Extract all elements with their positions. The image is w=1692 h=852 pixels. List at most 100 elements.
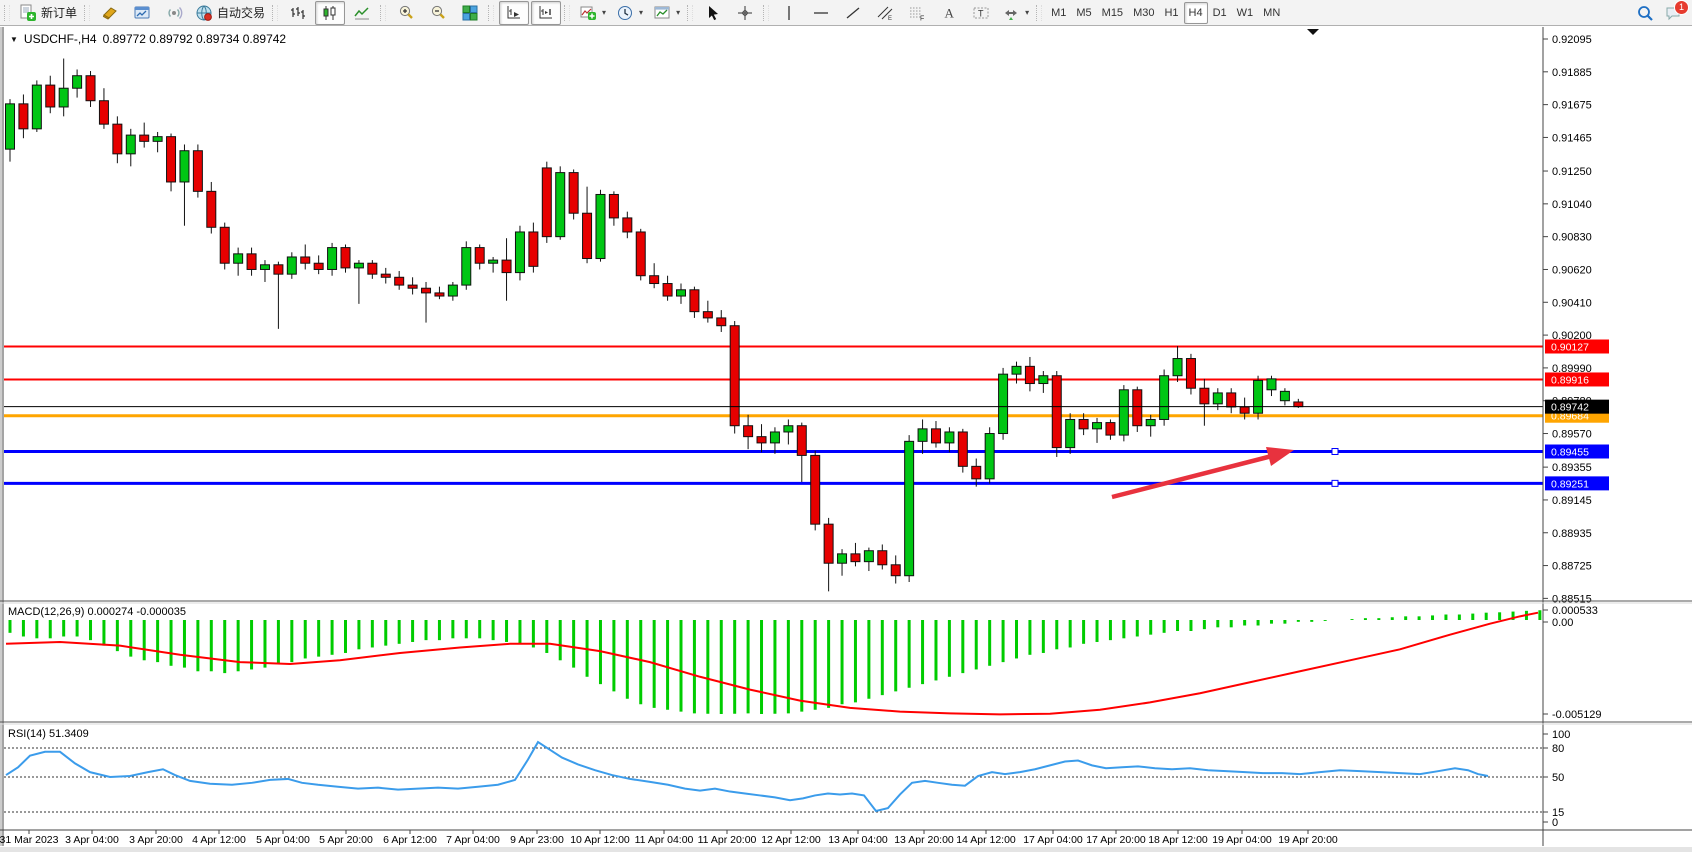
- bid-price-badge-label: 0.89742: [1551, 402, 1589, 414]
- chart-shift-icon: [537, 4, 555, 22]
- candle-body: [1254, 380, 1263, 413]
- toolbar-group: ▾▾▾: [574, 0, 685, 25]
- toolbar-separator: [380, 5, 386, 21]
- charts-grid-button[interactable]: [127, 1, 157, 25]
- candle-body: [301, 257, 310, 263]
- price-axis-label: 0.88515: [1552, 593, 1592, 605]
- candle-body: [314, 263, 323, 269]
- label-button[interactable]: T: [966, 1, 996, 25]
- timeframe-w1[interactable]: W1: [1232, 2, 1259, 24]
- timeframe-m1[interactable]: M1: [1046, 2, 1071, 24]
- signals-button[interactable]: [159, 1, 189, 25]
- candle-body: [717, 318, 726, 326]
- indicators-icon: [579, 4, 597, 22]
- time-axis-label: 6 Apr 12:00: [383, 834, 437, 846]
- macd-label: MACD(12,26,9) 0.000274 -0.000035: [8, 606, 186, 618]
- templates-button[interactable]: ▾: [649, 1, 684, 25]
- svg-text:T: T: [978, 8, 984, 18]
- chat-icon[interactable]: 1: [1664, 4, 1682, 22]
- line-handle[interactable]: [1332, 480, 1338, 486]
- candle-body: [811, 455, 820, 524]
- candle-body: [140, 135, 149, 141]
- candlestick-button[interactable]: [315, 1, 345, 25]
- candle-body: [556, 173, 565, 237]
- toolbar-separator: [488, 5, 494, 21]
- candle-body: [757, 437, 766, 443]
- text-button[interactable]: A: [934, 1, 964, 25]
- chart-context-arrow[interactable]: ▼: [10, 35, 18, 44]
- hline-icon: [812, 4, 830, 22]
- fibonacci-button[interactable]: F: [902, 1, 932, 25]
- horizontal-line-button[interactable]: [806, 1, 836, 25]
- tile-windows-button[interactable]: [455, 1, 485, 25]
- styler-button[interactable]: [95, 1, 125, 25]
- rsi-axis-label: 100: [1552, 729, 1570, 741]
- rsi-axis-label: 50: [1552, 772, 1564, 784]
- auto-trading-button[interactable]: 自动交易: [191, 1, 269, 25]
- cursor-button[interactable]: [698, 1, 728, 25]
- time-axis-label: 3 Apr 20:00: [129, 834, 183, 846]
- timeframe-m15[interactable]: M15: [1097, 2, 1128, 24]
- toolbar-separator: [564, 5, 570, 21]
- svg-text:F: F: [920, 15, 924, 22]
- timeframe-h1[interactable]: H1: [1159, 2, 1183, 24]
- zoom-in-icon: [397, 4, 415, 22]
- candle-body: [1039, 376, 1048, 384]
- chart-symbol-period: USDCHF-,H4: [24, 32, 97, 46]
- line-chart-button[interactable]: [347, 1, 377, 25]
- timeframe-h4[interactable]: H4: [1184, 2, 1208, 24]
- search-icon[interactable]: [1636, 4, 1654, 22]
- zoom-out-icon: [429, 4, 447, 22]
- candle-body: [1240, 407, 1249, 413]
- timeframe-mn[interactable]: MN: [1258, 2, 1285, 24]
- trendline-button[interactable]: [838, 1, 868, 25]
- channel-button[interactable]: E: [870, 1, 900, 25]
- line-handle[interactable]: [1332, 449, 1338, 455]
- time-axis-label: 31 Mar 2023: [0, 834, 59, 846]
- crosshair-button[interactable]: [730, 1, 760, 25]
- resistance-2-badge-label: 0.89916: [1551, 374, 1589, 386]
- timeframe-m30[interactable]: M30: [1128, 2, 1159, 24]
- candle-body: [46, 85, 55, 107]
- indicators-button[interactable]: ▾: [575, 1, 610, 25]
- vertical-line-button[interactable]: [774, 1, 804, 25]
- bar-chart-button[interactable]: [283, 1, 313, 25]
- charts-grid-icon: [133, 4, 151, 22]
- trendline-icon: [844, 4, 862, 22]
- time-axis-label: 9 Apr 23:00: [510, 834, 564, 846]
- candle-body: [86, 76, 95, 101]
- timeframe-m5[interactable]: M5: [1071, 2, 1096, 24]
- price-axis-label: 0.89355: [1552, 462, 1592, 474]
- candle-body: [113, 124, 122, 154]
- auto-trading-button-label: 自动交易: [217, 4, 265, 21]
- rsi-axis-label: 0: [1552, 817, 1558, 829]
- candle-body: [891, 565, 900, 576]
- price-axis-label: 0.89145: [1552, 495, 1592, 507]
- candle-body: [636, 232, 645, 276]
- zoom-out-button[interactable]: [423, 1, 453, 25]
- styler-icon: [101, 4, 119, 22]
- zoom-in-button[interactable]: [391, 1, 421, 25]
- shapes-button[interactable]: ▾: [998, 1, 1033, 25]
- chart-shift-button[interactable]: [531, 1, 561, 25]
- toolbar-separator: [1036, 5, 1042, 21]
- periods-button[interactable]: ▾: [612, 1, 647, 25]
- candle-body: [1213, 393, 1222, 404]
- price-axis-label: 0.89570: [1552, 429, 1592, 441]
- candle-body: [1119, 390, 1128, 435]
- candle-body: [663, 284, 672, 297]
- toolbar-separator: [687, 5, 693, 21]
- svg-text:A: A: [945, 5, 955, 20]
- new-order-button[interactable]: 新订单: [15, 1, 81, 25]
- auto-scroll-icon: [505, 4, 523, 22]
- chart-canvas[interactable]: 0.920950.918850.916750.914650.912500.910…: [0, 0, 1692, 852]
- candle-body: [435, 293, 444, 296]
- candle-body: [1079, 419, 1088, 428]
- timeframe-d1[interactable]: D1: [1208, 2, 1232, 24]
- time-axis-label: 4 Apr 12:00: [192, 834, 246, 846]
- chart-ohlc-values: 0.89772 0.89792 0.89734 0.89742: [103, 32, 287, 46]
- candle-body: [1294, 402, 1303, 407]
- candle-body: [1267, 379, 1276, 390]
- auto-scroll-button[interactable]: [499, 1, 529, 25]
- macd-axis-label: 0.000533: [1552, 605, 1598, 617]
